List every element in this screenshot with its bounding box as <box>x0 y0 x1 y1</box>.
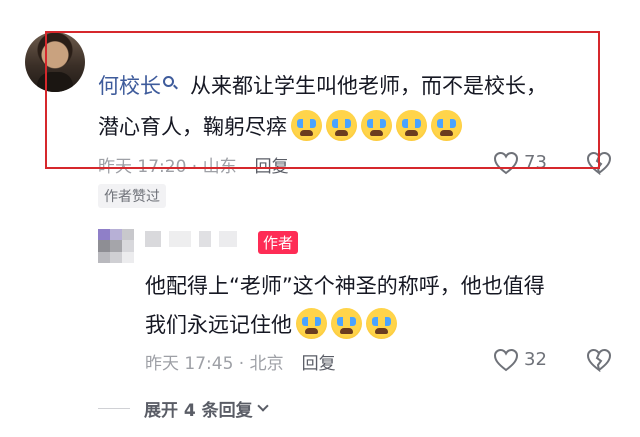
like-count: 32 <box>524 349 547 370</box>
blurred-avatar[interactable] <box>98 229 134 264</box>
comment-time-location: 昨天 17:20 · 山东 <box>98 157 237 177</box>
author-liked-badge: 作者赞过 <box>98 184 166 208</box>
divider <box>98 408 130 409</box>
like-count: 73 <box>524 152 547 173</box>
comment-username[interactable]: 何校长 <box>98 70 174 100</box>
reply-text-line-2: 我们永远记住他 <box>145 308 401 339</box>
crying-emoji-icon <box>326 110 357 141</box>
reply-text-line-1: 他配得上“老师”这个神圣的称呼，他也值得 <box>145 274 545 298</box>
comment-meta: 昨天 17:20 · 山东 回复 <box>98 152 289 177</box>
author-badge: 作者 <box>258 231 299 254</box>
search-icon[interactable] <box>163 76 174 87</box>
dislike-broken-heart-icon[interactable] <box>586 348 612 372</box>
chevron-down-icon <box>257 399 269 412</box>
crying-emoji-icon <box>431 110 462 141</box>
dislike-broken-heart-icon[interactable] <box>586 151 612 175</box>
comment-text-line-1: 从来都让学生叫他老师，而不是校长， <box>190 74 547 98</box>
reply-button[interactable]: 回复 <box>255 157 289 177</box>
reply-text: 我们永远记住他 <box>145 312 292 337</box>
expand-replies-label: 展开 4 条回复 <box>144 401 253 421</box>
crying-emoji-icon <box>291 110 322 141</box>
commenter-avatar[interactable] <box>25 32 85 92</box>
reply-time-location: 昨天 17:45 · 北京 <box>145 354 284 374</box>
crying-emoji-icon <box>366 308 397 339</box>
crying-emoji-icon <box>396 110 427 141</box>
crying-emoji-icon <box>296 308 327 339</box>
reply-button[interactable]: 回复 <box>302 354 336 374</box>
expand-replies-button[interactable]: 展开 4 条回复 <box>98 396 269 421</box>
comment-text-line-2: 潜心育人，鞠躬尽瘁 <box>98 110 466 141</box>
like-heart-icon[interactable] <box>493 151 519 175</box>
comment-text: 潜心育人，鞠躬尽瘁 <box>98 114 287 139</box>
blurred-username[interactable] <box>145 231 245 249</box>
crying-emoji-icon <box>361 110 392 141</box>
like-heart-icon[interactable] <box>493 348 519 372</box>
highlight-box <box>45 31 600 169</box>
crying-emoji-icon <box>331 308 362 339</box>
reply-meta: 昨天 17:45 · 北京 回复 <box>145 349 336 374</box>
